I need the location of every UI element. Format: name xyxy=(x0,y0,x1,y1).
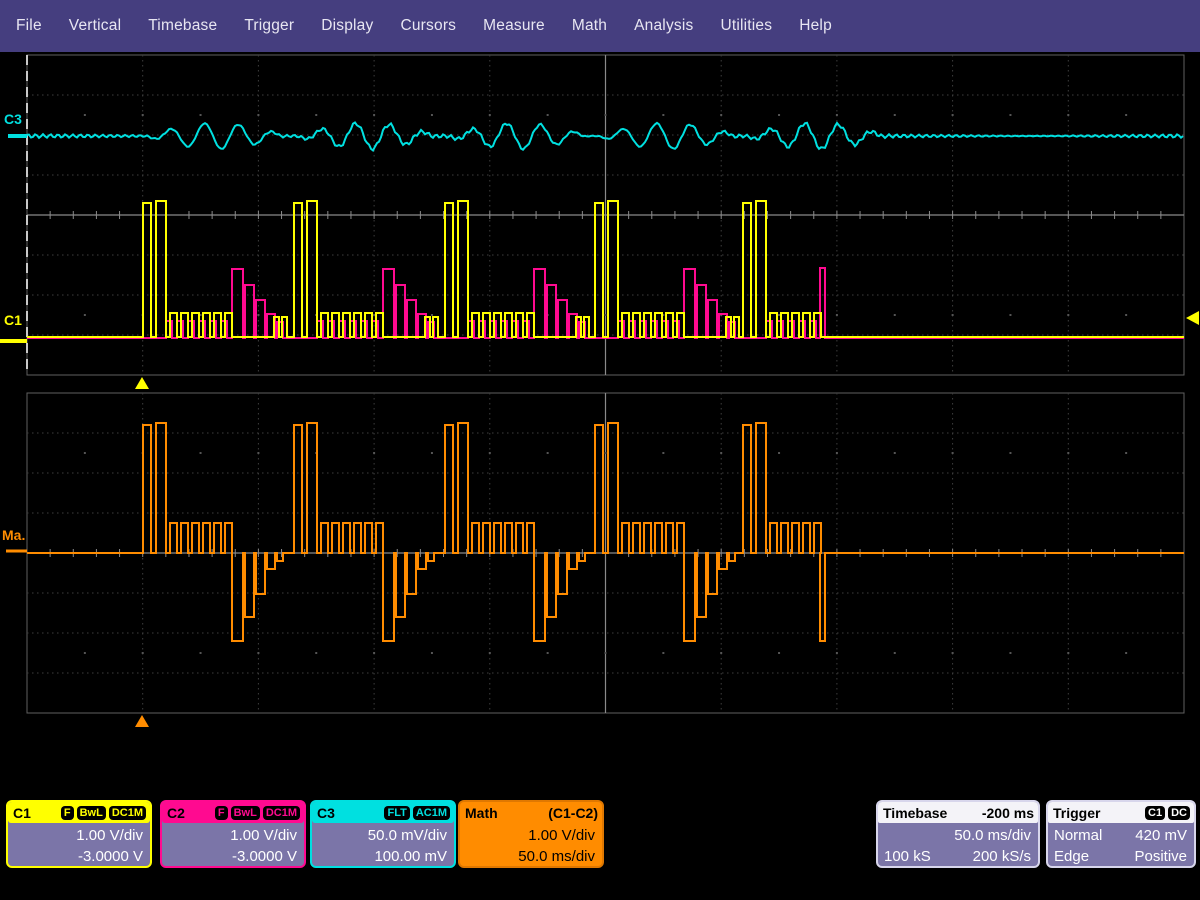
grid-top xyxy=(27,55,1184,375)
trigger-descriptor-body: Normal 420 mV Edge Positive xyxy=(1048,823,1194,867)
math-descriptor-header: Math (C1-C2) xyxy=(460,802,602,823)
math-descriptor-body: 1.00 V/div 50.0 ms/div xyxy=(460,823,602,867)
channel-zero-indicators xyxy=(0,136,27,551)
c1-volts-per-div: 1.00 V/div xyxy=(14,825,143,846)
timebase-descriptor-body: 50.0 ms/div 100 kS 200 kS/s xyxy=(878,823,1038,867)
c2-badges-bwl: BwL xyxy=(231,806,260,820)
c2-descriptor[interactable]: C2 FBwLDC1M 1.00 V/div -3.0000 V xyxy=(160,800,306,868)
c1-badges-f: F xyxy=(61,806,74,820)
timebase-per-div: 50.0 ms/div xyxy=(884,825,1031,846)
c1-descriptor[interactable]: C1 FBwLDC1M 1.00 V/div -3.0000 V xyxy=(6,800,152,868)
trigger-time-marker[interactable] xyxy=(135,377,149,389)
math-trace-label: Ma. xyxy=(2,528,25,542)
c3-descriptor-header: C3 FLT AC1M xyxy=(312,802,454,823)
math-time-per-div: 50.0 ms/div xyxy=(466,846,595,867)
math-time-marker[interactable] xyxy=(135,715,149,727)
c2-descriptor-body: 1.00 V/div -3.0000 V xyxy=(162,823,304,867)
c2-descriptor-header: C2 FBwLDC1M xyxy=(162,802,304,823)
trigger-descriptor[interactable]: Trigger C1DC Normal 420 mV Edge Positive xyxy=(1046,800,1196,868)
timebase-descriptor-header: Timebase -200 ms xyxy=(878,802,1038,823)
c1-descriptor-body: 1.00 V/div -3.0000 V xyxy=(8,823,150,867)
waveform-display xyxy=(0,0,1200,900)
trig-badges-c1: C1 xyxy=(1145,806,1165,820)
c3-name: C3 xyxy=(317,805,335,821)
timebase-offset: -200 ms xyxy=(982,805,1034,821)
timebase-rate: 200 kS/s xyxy=(973,846,1031,867)
trigger-title: Trigger xyxy=(1053,805,1100,821)
trigger-type: Edge xyxy=(1054,846,1089,867)
c1-badges: FBwLDC1M xyxy=(61,806,146,820)
c3-descriptor-body: 50.0 mV/div 100.00 mV xyxy=(312,823,454,867)
c1-offset: -3.0000 V xyxy=(14,846,143,867)
c1-badges-bwl: BwL xyxy=(77,806,106,820)
c1-name: C1 xyxy=(13,805,31,821)
trig-badges-dc: DC xyxy=(1168,806,1190,820)
c2-volts-per-div: 1.00 V/div xyxy=(168,825,297,846)
c3-badges-flt: FLT xyxy=(384,806,409,820)
c3-offset: 100.00 mV xyxy=(318,846,447,867)
c3-descriptor[interactable]: C3 FLT AC1M 50.0 mV/div 100.00 mV xyxy=(310,800,456,868)
math-name: Math xyxy=(465,805,498,821)
math-volts-per-div: 1.00 V/div xyxy=(466,825,595,846)
timebase-descriptor[interactable]: Timebase -200 ms 50.0 ms/div 100 kS 200 … xyxy=(876,800,1040,868)
c2-badges-dc1m: DC1M xyxy=(263,806,300,820)
c2-badges: FBwLDC1M xyxy=(215,806,300,820)
c3-volts-per-div: 50.0 mV/div xyxy=(318,825,447,846)
trigger-level: 420 mV xyxy=(1135,825,1187,846)
trigger-badges: C1DC xyxy=(1145,806,1190,820)
trigger-descriptor-header: Trigger C1DC xyxy=(1048,802,1194,823)
trigger-slope: Positive xyxy=(1134,846,1187,867)
c2-badges-f: F xyxy=(215,806,228,820)
c1-trace-label: C1 xyxy=(4,313,22,327)
timebase-samples: 100 kS xyxy=(884,846,931,867)
c3-badges-ac1m: AC1M xyxy=(413,806,450,820)
math-source: (C1-C2) xyxy=(548,805,598,821)
trigger-mode: Normal xyxy=(1054,825,1102,846)
c1-descriptor-header: C1 FBwLDC1M xyxy=(8,802,150,823)
c1-badges-dc1m: DC1M xyxy=(109,806,146,820)
c2-offset: -3.0000 V xyxy=(168,846,297,867)
math-descriptor[interactable]: Math (C1-C2) 1.00 V/div 50.0 ms/div xyxy=(458,800,604,868)
c2-name: C2 xyxy=(167,805,185,821)
trigger-level-marker[interactable] xyxy=(1186,311,1199,325)
timebase-title: Timebase xyxy=(883,805,947,821)
c3-badges: FLT AC1M xyxy=(384,806,450,820)
c3-trace-label: C3 xyxy=(4,112,22,126)
